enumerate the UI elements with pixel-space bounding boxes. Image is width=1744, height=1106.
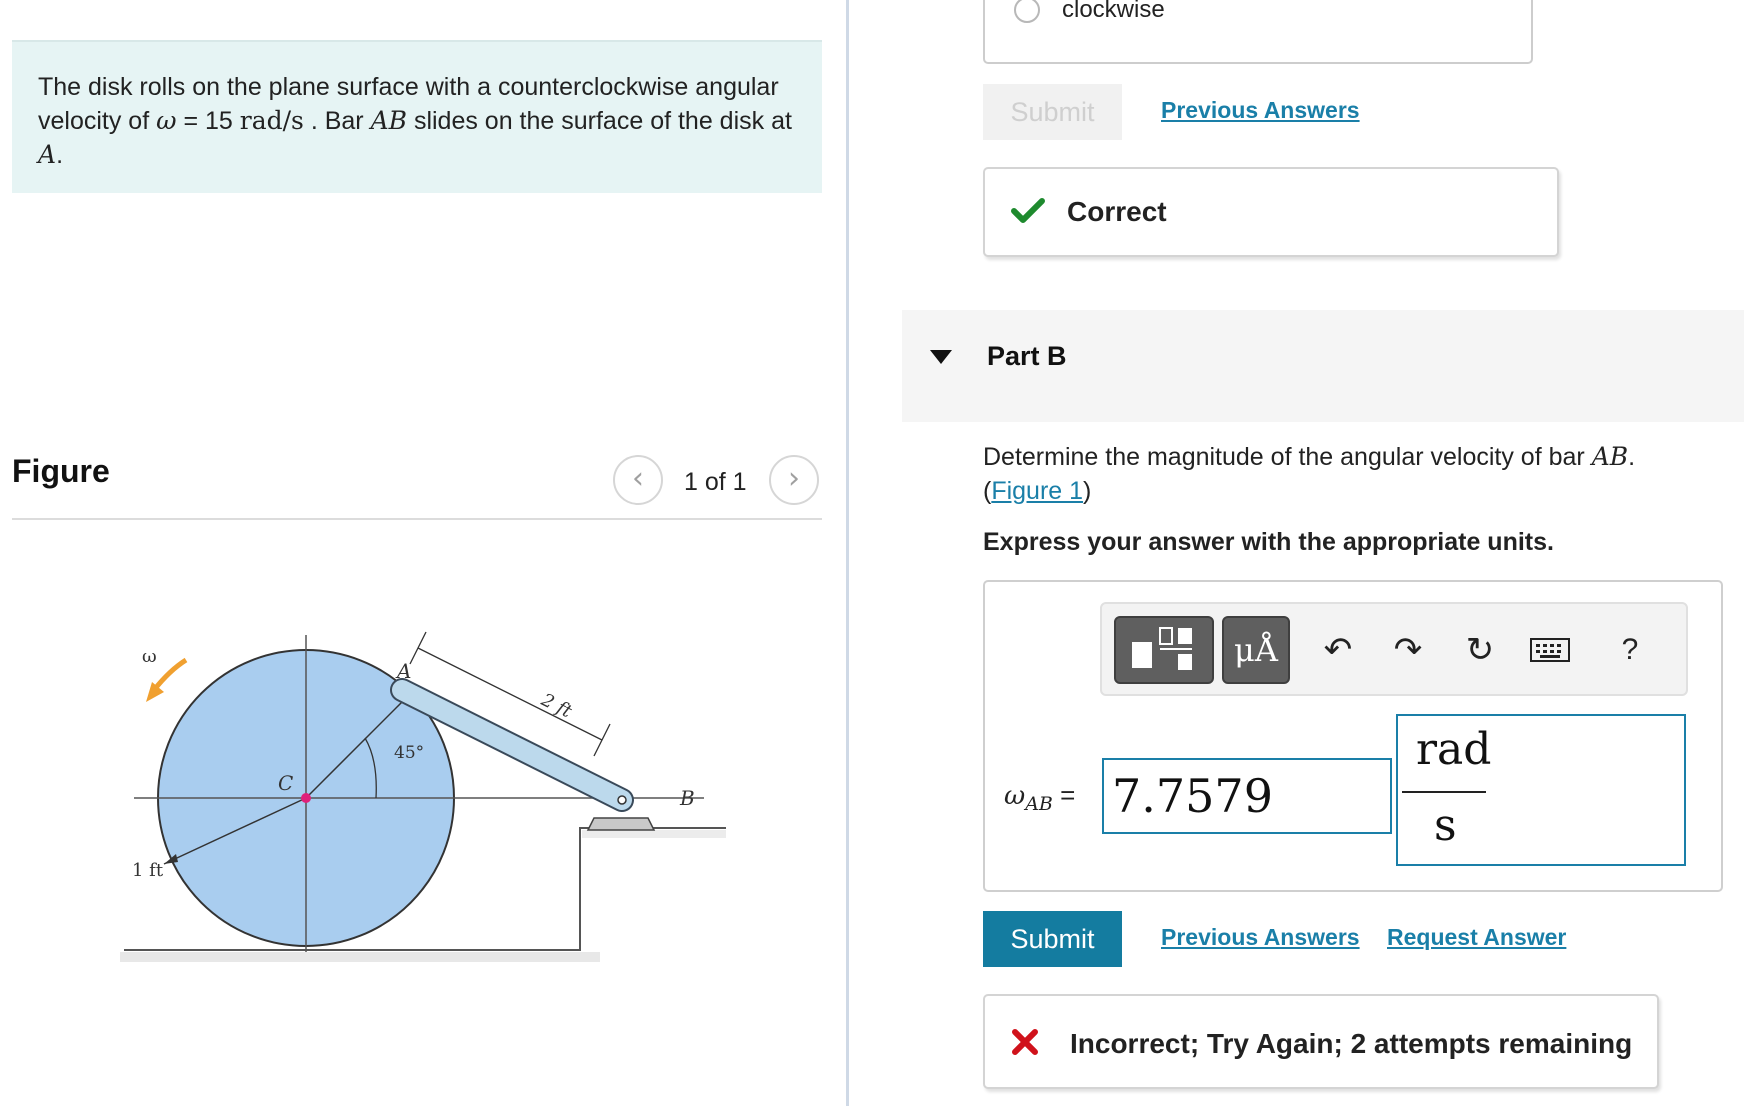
problem-text-4: . (56, 141, 64, 169)
problem-text-3: slides on the surface of the disk at (407, 107, 792, 135)
question-bar-ab: AB (1591, 442, 1629, 471)
collapse-arrow-icon[interactable] (930, 350, 952, 364)
part-a-submit-button[interactable]: Submit (983, 84, 1122, 140)
part-a-feedback: Correct (983, 167, 1559, 257)
x-mark-icon (1012, 1029, 1038, 1055)
part-b-submit-button[interactable]: Submit (983, 911, 1122, 967)
help-icon[interactable]: ? (1602, 622, 1658, 678)
label-length: 2 ft (537, 689, 576, 723)
variable-label: ωAB = (1004, 780, 1075, 815)
figure-divider (12, 518, 822, 520)
ground-shadow (120, 952, 600, 962)
part-b-question: Determine the magnitude of the angular v… (983, 440, 1703, 508)
figure-pager-text: 1 of 1 (684, 468, 747, 496)
omega-symbol: ω (156, 106, 177, 135)
fraction-bar (1402, 791, 1486, 793)
checkmark-icon (1011, 198, 1045, 223)
unit-numerator: rad (1416, 724, 1492, 775)
answer-value-input[interactable]: 7.7579 (1102, 758, 1392, 834)
omega-label: ω (142, 646, 157, 667)
figure-heading: Figure (12, 453, 110, 489)
dimension-tick-a (409, 631, 427, 665)
question-text: Determine the magnitude of the angular v… (983, 443, 1592, 471)
question-end: . (1628, 443, 1636, 471)
reset-icon[interactable]: ↻ (1452, 622, 1508, 678)
step-shadow (582, 830, 726, 838)
part-b-previous-answers-link[interactable]: Previous Answers (1161, 924, 1360, 951)
dimension-tick-b (593, 723, 611, 757)
math-toolbar: μÅ ↶ ↷ ↻ ? (1100, 602, 1688, 696)
incorrect-text: Incorrect; Try Again; 2 attempts remaini… (1070, 1028, 1633, 1059)
chevron-right-icon: › (788, 461, 800, 496)
label-c: C (278, 771, 293, 795)
instruction-text: Express your answer with the appropriate… (983, 528, 1554, 556)
part-b-feedback: Incorrect; Try Again; 2 attempts remaini… (983, 994, 1659, 1089)
omega-units: rad/s (239, 106, 304, 135)
templates-icon (1132, 627, 1192, 670)
label-b: B (679, 786, 695, 810)
templates-button[interactable] (1114, 616, 1214, 684)
problem-text-2: . Bar (303, 107, 371, 135)
variable-omega: ω (1004, 781, 1026, 811)
length-dimension (417, 647, 603, 741)
clockwise-label[interactable]: clockwise (1062, 0, 1165, 24)
figure-1-link[interactable]: Figure 1 (991, 477, 1083, 505)
bar-ab: AB (370, 106, 407, 135)
answer-unit-input[interactable]: rad s (1396, 714, 1686, 866)
pin-b (617, 795, 627, 805)
variable-subscript: AB (1025, 793, 1053, 816)
point-a: A (38, 140, 57, 169)
disk-bar-figure: ω A B C 45° 2 ft 1 ft (120, 631, 726, 962)
label-angle: 45° (394, 743, 424, 763)
keyboard-button[interactable] (1522, 622, 1578, 678)
omega-equals: = 15 (176, 107, 240, 135)
problem-statement: The disk rolls on the plane surface with… (12, 40, 822, 193)
pane-divider (846, 0, 849, 1106)
problem-text: The disk rolls on the plane surface with… (38, 70, 798, 172)
units-icon: μÅ (1234, 631, 1278, 669)
undo-icon[interactable]: ↶ (1310, 622, 1366, 678)
omega-arrow (152, 657, 188, 692)
redo-icon[interactable]: ↷ (1380, 622, 1436, 678)
variable-equals: = (1052, 780, 1076, 810)
unit-denominator: s (1434, 800, 1457, 851)
support-b (586, 817, 656, 831)
request-answer-link[interactable]: Request Answer (1387, 924, 1566, 951)
chevron-left-icon: ‹ (632, 461, 644, 496)
label-radius: 1 ft (132, 860, 164, 881)
part-a-previous-answers-link[interactable]: Previous Answers (1161, 97, 1360, 124)
correct-text: Correct (1067, 196, 1167, 227)
previous-figure-button[interactable]: ‹ (613, 455, 663, 505)
next-figure-button[interactable]: › (769, 455, 819, 505)
figure-paren-close: ) (1083, 477, 1092, 505)
label-a: A (395, 659, 411, 683)
keyboard-icon (1530, 638, 1570, 662)
part-b-title: Part B (987, 341, 1067, 371)
center-point (301, 793, 311, 803)
units-button[interactable]: μÅ (1222, 616, 1290, 684)
